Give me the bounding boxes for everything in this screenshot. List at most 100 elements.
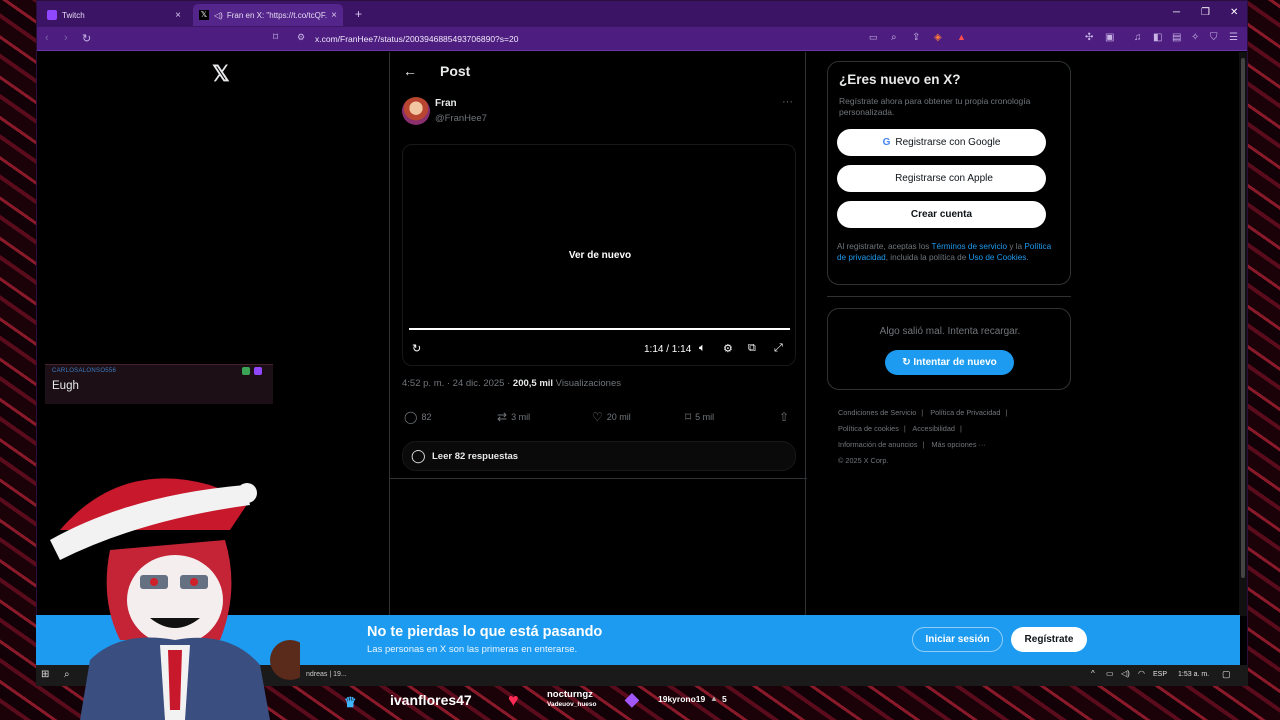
signup-card: ¿Eres nuevo en X? Regístrate ahora para …: [827, 61, 1071, 285]
network-icon[interactable]: ◠: [1138, 669, 1145, 678]
author-handle[interactable]: @FranHee7: [435, 113, 487, 124]
clock[interactable]: 1:53 a. m.: [1178, 671, 1209, 678]
address-bar[interactable]: x.com/FranHee7/status/200394688549370689…: [315, 34, 518, 44]
read-replies-button[interactable]: ◯ Leer 82 respuestas: [402, 441, 796, 471]
taskbar-item[interactable]: ndreas | 19...: [306, 671, 347, 678]
footer-link[interactable]: Más opciones ···: [931, 440, 985, 449]
bookmark-count: 5 mil: [695, 412, 715, 422]
footer-link[interactable]: Política de Privacidad: [930, 408, 1000, 417]
stream-chat-message: CARLOSALONSO556 Eugh: [45, 364, 273, 404]
music-icon[interactable]: ♫: [1134, 32, 1142, 43]
more-options-icon[interactable]: ···: [782, 96, 793, 108]
signup-title: ¿Eres nuevo en X?: [839, 72, 961, 87]
top-sub-name: ivanflores47: [390, 692, 472, 708]
repost-button[interactable]: ⇄ 3 mil: [497, 410, 530, 424]
scrollbar-thumb[interactable]: [1241, 58, 1245, 578]
cookies-link[interactable]: Uso de Cookies: [969, 253, 1027, 262]
repost-count: 3 mil: [511, 412, 531, 422]
google-signup-button[interactable]: G Registrarse con Google: [837, 129, 1046, 156]
bookmark-icon: ⌑: [685, 410, 692, 424]
back-icon[interactable]: ‹: [45, 32, 49, 44]
apple-signup-button[interactable]: Registrarse con Apple: [837, 165, 1046, 192]
notifications-icon[interactable]: ▢: [1222, 669, 1231, 680]
extensions-icon[interactable]: ✣: [1085, 32, 1093, 43]
read-replies-label: Leer 82 respuestas: [432, 451, 519, 462]
x-logo-icon[interactable]: 𝕏: [212, 61, 230, 87]
divider: [390, 478, 807, 479]
google-icon: G: [882, 137, 891, 148]
share-icon[interactable]: ⇪: [912, 32, 920, 43]
cast-icon[interactable]: ▭: [869, 32, 878, 43]
signup-description: Regístrate ahora para obtener tu propia …: [839, 96, 1031, 117]
zoom-icon[interactable]: ⌕: [891, 32, 897, 43]
reply-icon: ◯: [404, 410, 418, 424]
rewards-icon[interactable]: ▲: [957, 32, 966, 42]
close-tab-icon[interactable]: ×: [175, 10, 181, 21]
bookmark-button[interactable]: ⌑ 5 mil: [685, 410, 714, 424]
leo-icon[interactable]: ✧: [1191, 32, 1199, 43]
like-button[interactable]: ♡ 20 mil: [592, 410, 631, 424]
tab-twitch[interactable]: Twitch ×: [41, 4, 187, 26]
sidebar-icon[interactable]: ◧: [1153, 32, 1162, 43]
copyright: © 2025 X Corp.: [838, 456, 889, 465]
reply-button[interactable]: ◯ 82: [404, 410, 431, 424]
post-timestamp[interactable]: 4:52 p. m. · 24 dic. 2025 ·: [402, 378, 513, 389]
login-button[interactable]: Iniciar sesión: [912, 627, 1003, 652]
pip-icon[interactable]: ⧉: [748, 342, 756, 355]
screenshot-icon[interactable]: ▣: [1105, 32, 1114, 43]
author-name[interactable]: Fran: [435, 98, 457, 109]
menu-icon[interactable]: ☰: [1229, 32, 1238, 43]
page-title: Post: [440, 63, 471, 79]
reload-icon[interactable]: ↻: [82, 32, 91, 45]
volume-icon[interactable]: ◁): [1121, 669, 1130, 678]
restore-icon[interactable]: ❐: [1201, 7, 1210, 18]
volume-icon[interactable]: 🔈︎: [699, 342, 706, 355]
heart-icon: ♡: [592, 410, 603, 424]
tab-x-post[interactable]: 𝕏 ◁) Fran en X: "https://t.co/tcQF... ×: [193, 4, 343, 26]
footer-link[interactable]: Condiciones de Servicio: [838, 408, 916, 417]
language-indicator[interactable]: ESP: [1153, 671, 1167, 678]
create-account-button[interactable]: Crear cuenta: [837, 201, 1046, 228]
error-card: Algo salió mal. Intenta recargar. ↻ Inte…: [827, 308, 1071, 390]
audio-icon[interactable]: ◁): [214, 11, 223, 20]
footer-link[interactable]: Política de cookies: [838, 424, 899, 433]
create-account-label: Crear cuenta: [910, 209, 973, 220]
terms-link[interactable]: Términos de servicio: [932, 242, 1008, 251]
x-icon: 𝕏: [199, 10, 209, 20]
footer-links: Condiciones de Servicio | Política de Pri…: [838, 408, 1008, 465]
banner-title: No te pierdas lo que está pasando: [367, 624, 603, 640]
footer-link[interactable]: Información de anuncios: [838, 440, 918, 449]
tray-chevron-icon[interactable]: ^: [1091, 669, 1095, 678]
register-button[interactable]: Regístrate: [1011, 627, 1087, 652]
video-progress-bar[interactable]: [409, 328, 790, 330]
share-button[interactable]: ⇧: [779, 410, 793, 424]
bits-name: 19kyrono19: [658, 694, 706, 704]
replay-icon[interactable]: ↻: [412, 342, 421, 355]
minimize-icon[interactable]: ─: [1173, 7, 1180, 18]
avatar[interactable]: [402, 97, 430, 125]
like-count: 20 mil: [606, 412, 631, 422]
fullscreen-icon[interactable]: ⤢: [774, 342, 783, 355]
forward-icon[interactable]: ›: [64, 32, 68, 44]
replay-label[interactable]: Ver de nuevo: [403, 250, 797, 261]
scrollbar[interactable]: [1239, 52, 1247, 616]
crown-icon: ♛: [344, 694, 357, 710]
post-metadata: 4:52 p. m. · 24 dic. 2025 · 200,5 mil Vi…: [402, 378, 621, 389]
brave-shield-icon[interactable]: ◈: [934, 32, 942, 43]
new-tab-button[interactable]: +: [355, 7, 362, 21]
footer-link[interactable]: Accesibilidad: [912, 424, 955, 433]
vpn-icon[interactable]: ⛉: [1210, 32, 1218, 43]
bookmark-icon[interactable]: ⌑: [273, 32, 278, 43]
tab-title: Twitch: [62, 10, 85, 20]
back-arrow-icon[interactable]: ←: [403, 63, 417, 79]
settings-icon[interactable]: ⚙: [723, 342, 733, 355]
retry-button[interactable]: ↻ Intentar de nuevo: [885, 350, 1014, 375]
site-settings-icon[interactable]: ⚙: [297, 32, 305, 43]
badge-icon: [242, 367, 250, 375]
views-label: Visualizaciones: [553, 378, 621, 389]
video-player[interactable]: Ver de nuevo ↻ 1:14 / 1:14 🔈︎ ⚙ ⧉ ⤢: [402, 144, 796, 366]
battery-icon[interactable]: ▭: [1106, 669, 1114, 678]
close-tab-icon[interactable]: ×: [331, 10, 337, 21]
close-window-icon[interactable]: ✕: [1230, 7, 1238, 18]
wallet-icon[interactable]: ▤: [1172, 32, 1181, 43]
